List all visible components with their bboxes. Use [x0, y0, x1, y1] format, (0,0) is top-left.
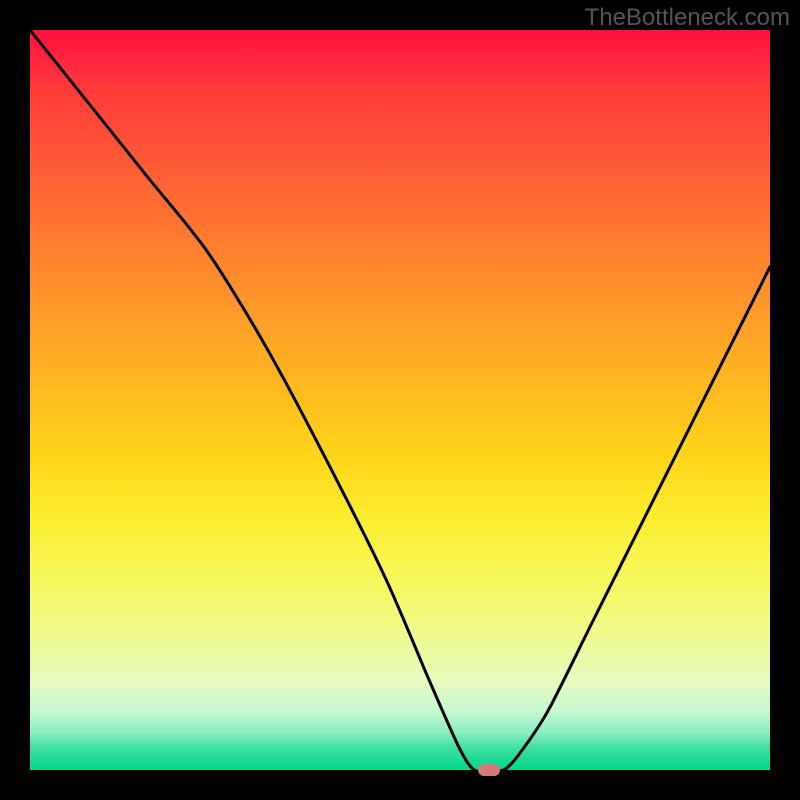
optimal-point-marker — [478, 764, 500, 776]
chart-curve-layer — [30, 30, 770, 770]
bottleneck-curve — [30, 30, 770, 770]
chart-plot-area — [30, 30, 770, 770]
attribution-text: TheBottleneck.com — [585, 4, 790, 32]
